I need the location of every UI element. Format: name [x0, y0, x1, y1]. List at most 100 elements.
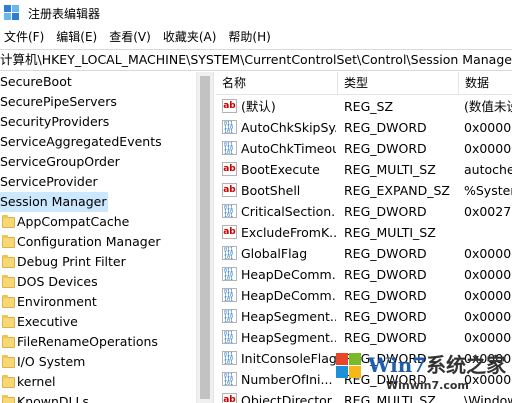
tree-child-filerenameoperations[interactable]: FileRenameOperations: [0, 332, 158, 352]
tree-scrollbar-thumb[interactable]: [200, 76, 210, 399]
menu-edit[interactable]: 编辑(E): [50, 26, 103, 48]
value-row[interactable]: 011110101 HeapSegment... REG_DWORD 0x00000: [216, 306, 512, 327]
value-name: ObjectDirector...: [241, 393, 336, 403]
value-type: REG_EXPAND_SZ: [344, 183, 450, 198]
values-header: 名称 类型 数据: [216, 72, 512, 95]
value-row[interactable]: ab BootShell REG_EXPAND_SZ %System: [216, 180, 512, 201]
value-type: REG_MULTI_SZ: [344, 225, 436, 240]
tree-child-dos-devices[interactable]: DOS Devices: [0, 272, 98, 292]
value-data: 0x00278: [464, 204, 512, 219]
value-name: HeapDeComm...: [241, 267, 336, 282]
value-name: NumberOfIni...: [241, 372, 333, 387]
menu-help[interactable]: 帮助(H): [222, 26, 276, 48]
value-name: AutoChkTimeout: [241, 141, 336, 156]
value-row[interactable]: 011 110 101 AutoChkSkipSy... REG_DWORD 0x0000…: [216, 117, 512, 138]
value-type: REG_DWORD: [344, 141, 427, 156]
value-name: HeapDeComm...: [241, 288, 336, 303]
tree-child-environment[interactable]: Environment: [0, 292, 97, 312]
watermark-title-cn: 系统之家: [426, 353, 507, 377]
tree-item-serviceaggregatedevents[interactable]: ServiceAggregatedEvents: [0, 132, 162, 152]
column-header-type[interactable]: 类型: [338, 72, 368, 95]
value-row[interactable]: 011110101 HeapDeComm... REG_DWORD 0x00000: [216, 264, 512, 285]
value-name: HeapSegment...: [241, 330, 336, 345]
value-type: REG_DWORD: [344, 288, 427, 303]
tree-child-executive[interactable]: Executive: [0, 312, 78, 332]
windows-logo-icon: [336, 353, 362, 379]
tree-scrollbar[interactable]: [196, 72, 213, 403]
binary-value-icon: 011 110 101: [222, 351, 237, 365]
string-value-icon: ab: [222, 225, 237, 239]
value-data: 0x00000: [464, 120, 512, 135]
string-value-icon: ab: [222, 183, 237, 197]
tree-child-io-system[interactable]: I/O System: [0, 352, 85, 372]
menu-file[interactable]: 文件(F): [0, 26, 50, 48]
binary-value-icon: 011 110 101: [222, 330, 237, 344]
tree-child-kernel[interactable]: kernel: [0, 372, 56, 392]
binary-value-icon: 011 110 101: [222, 309, 237, 323]
value-name: BootExecute: [241, 162, 320, 177]
value-row[interactable]: ab ExcludeFromK... REG_MULTI_SZ: [216, 222, 512, 243]
value-data: autoched: [464, 162, 512, 177]
folder-icon: [2, 314, 15, 328]
tree-item-session-manager[interactable]: Session Manager: [0, 192, 109, 212]
value-data: %System: [464, 183, 512, 198]
value-name: HeapSegment...: [241, 309, 336, 324]
tree-child-knowndlls[interactable]: KnownDLLs: [0, 392, 89, 403]
folder-icon: [2, 374, 15, 388]
site-watermark: Win7系统之家 Winwin7.com: [328, 345, 512, 403]
value-data: 0x00000: [464, 288, 512, 303]
binary-value-icon: 011 110 101: [222, 372, 237, 386]
value-name: AutoChkSkipSy...: [241, 120, 336, 135]
tree-item-securepipeservers[interactable]: SecurePipeServers: [0, 92, 117, 112]
folder-icon: [2, 234, 15, 248]
tree-child-appcompatcache[interactable]: AppCompatCache: [0, 212, 129, 232]
value-type: REG_DWORD: [344, 309, 427, 324]
binary-value-icon: 011 110 101: [222, 267, 237, 281]
title-bar: 注册表编辑器: [0, 0, 512, 26]
regedit-app-icon: [4, 5, 20, 21]
key-tree-pane: SecureBoot SecurePipeServers SecurityPro…: [0, 72, 214, 403]
value-data: (数值未设: [464, 99, 512, 114]
watermark-title: Win7系统之家: [368, 349, 506, 378]
value-type: REG_DWORD: [344, 267, 427, 282]
string-value-icon: ab: [222, 99, 237, 113]
window-title: 注册表编辑器: [28, 6, 101, 21]
menu-favorites[interactable]: 收藏夹(A): [157, 26, 223, 48]
value-name: BootShell: [241, 183, 301, 198]
menu-view[interactable]: 查看(V): [103, 26, 157, 48]
value-type: REG_DWORD: [344, 120, 427, 135]
value-type: REG_MULTI_SZ: [344, 162, 436, 177]
menu-bar: 文件(F) 编辑(E) 查看(V) 收藏夹(A) 帮助(H): [0, 26, 512, 48]
value-name: ExcludeFromK...: [241, 225, 336, 240]
binary-value-icon: 011 110 101: [222, 204, 237, 218]
value-data: 0x00000: [464, 141, 512, 156]
folder-icon: [2, 274, 15, 288]
value-name: GlobalFlag: [241, 246, 308, 261]
value-row[interactable]: 011110101 GlobalFlag REG_DWORD 0x00000: [216, 243, 512, 264]
column-header-data[interactable]: 数据: [459, 72, 489, 95]
value-row[interactable]: ab (默认) REG_SZ (数值未设: [216, 96, 512, 117]
value-type: REG_DWORD: [344, 246, 427, 261]
binary-value-icon: 011 110 101: [222, 120, 237, 134]
value-data: 0x00000: [464, 267, 512, 282]
tree-item-securityproviders[interactable]: SecurityProviders: [0, 112, 109, 132]
value-row[interactable]: 011110101 HeapDeComm... REG_DWORD 0x00000: [216, 285, 512, 306]
tree-item-secureboot[interactable]: SecureBoot: [0, 72, 72, 92]
value-row[interactable]: 011110101 AutoChkTimeout REG_DWORD 0x00000: [216, 138, 512, 159]
folder-icon: [2, 394, 15, 403]
string-value-icon: ab: [222, 393, 237, 403]
folder-icon: [2, 334, 15, 348]
tree-item-servicegrouporder[interactable]: ServiceGroupOrder: [0, 152, 120, 172]
tree-item-serviceprovider[interactable]: ServiceProvider: [0, 172, 98, 192]
value-row[interactable]: ab BootExecute REG_MULTI_SZ autoched: [216, 159, 512, 180]
value-type: REG_DWORD: [344, 204, 427, 219]
folder-icon: [2, 254, 15, 268]
value-data: 0x00000: [464, 309, 512, 324]
watermark-title-latin: Win7: [368, 353, 427, 377]
column-header-name[interactable]: 名称: [216, 72, 246, 95]
tree-child-configuration-manager[interactable]: Configuration Manager: [0, 232, 161, 252]
address-bar[interactable]: 计算机\HKEY_LOCAL_MACHINE\SYSTEM\CurrentCon…: [0, 49, 512, 71]
tree-child-debug-print-filter[interactable]: Debug Print Filter: [0, 252, 126, 272]
value-data: 0x00000: [464, 246, 512, 261]
value-row[interactable]: 011 110 101 CriticalSection... REG_DWORD 0x00…: [216, 201, 512, 222]
